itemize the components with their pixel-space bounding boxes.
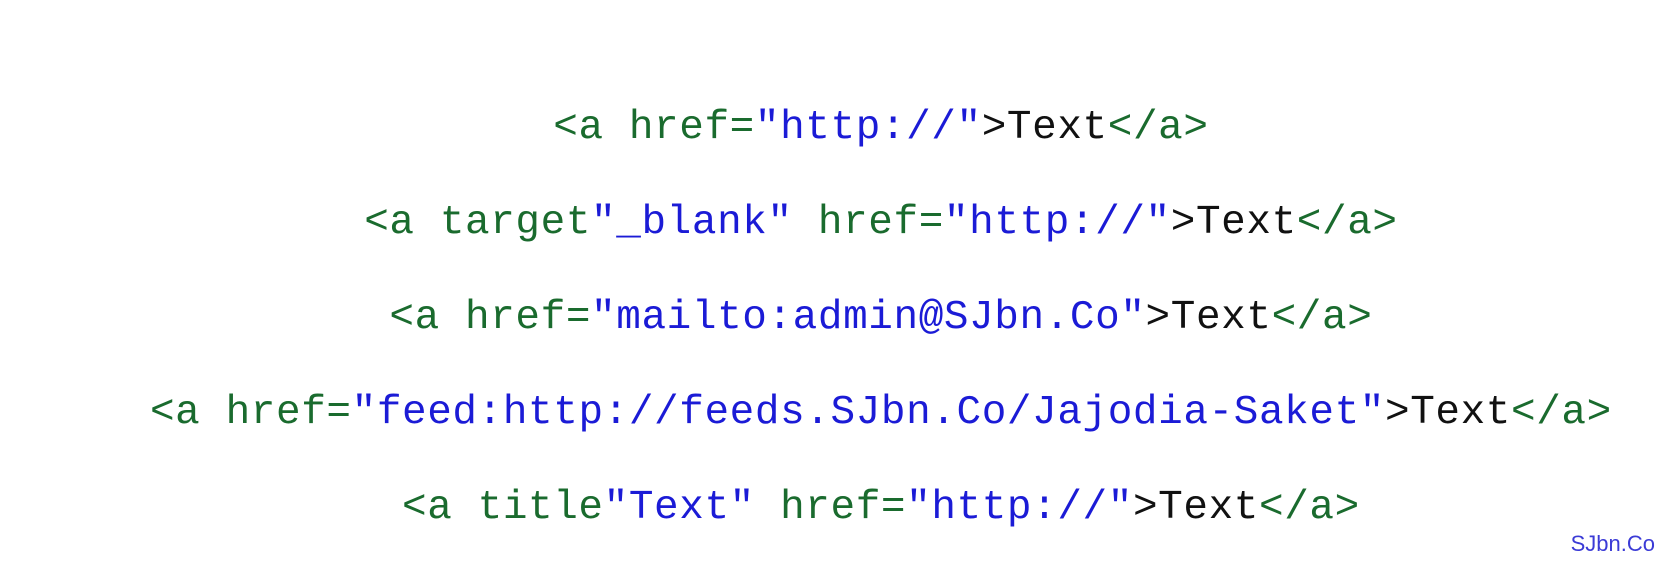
code-text-segment: >Text — [981, 105, 1108, 151]
code-text-segment: >Text — [1384, 390, 1512, 436]
code-value-segment: "http://" — [943, 200, 1171, 246]
code-tag-segment: <a title — [402, 485, 604, 531]
code-tag-segment: <a href= — [389, 295, 592, 341]
code-value-segment: "feed:http://feeds.SJbn.Co/Jajodia-Saket… — [351, 390, 1385, 436]
code-value-segment: "mailto:admin@SJbn.Co" — [591, 295, 1146, 341]
code-value-segment: "Text" — [603, 485, 755, 531]
code-text-segment: >Text — [1132, 485, 1259, 531]
code-tag-segment: </a> — [1511, 390, 1612, 436]
code-tag-segment: </a> — [1258, 485, 1360, 531]
code-value-segment: "_blank" — [591, 200, 793, 246]
code-tag-segment: <a target — [364, 200, 592, 246]
code-text-segment: >Text — [1170, 200, 1297, 246]
code-value-segment: "http://" — [754, 105, 982, 151]
code-value-segment: "http://" — [906, 485, 1133, 531]
code-tag-segment: href= — [792, 200, 944, 246]
site-watermark: SJbn.Co — [1570, 531, 1655, 556]
code-line-title-link: <a title"Text" href="http://">Text</a> — [0, 433, 1661, 561]
code-tag-segment: href= — [754, 485, 907, 531]
code-tag-segment: <a href= — [149, 390, 352, 436]
code-tag-segment: </a> — [1271, 295, 1373, 341]
code-text-segment: >Text — [1145, 295, 1272, 341]
code-tag-segment: <a href= — [553, 105, 755, 151]
code-tag-segment: </a> — [1107, 105, 1209, 151]
code-tag-segment: </a> — [1296, 200, 1398, 246]
code-snippet-canvas: <a href="http://">Text</a> <a target"_bl… — [0, 0, 1661, 561]
